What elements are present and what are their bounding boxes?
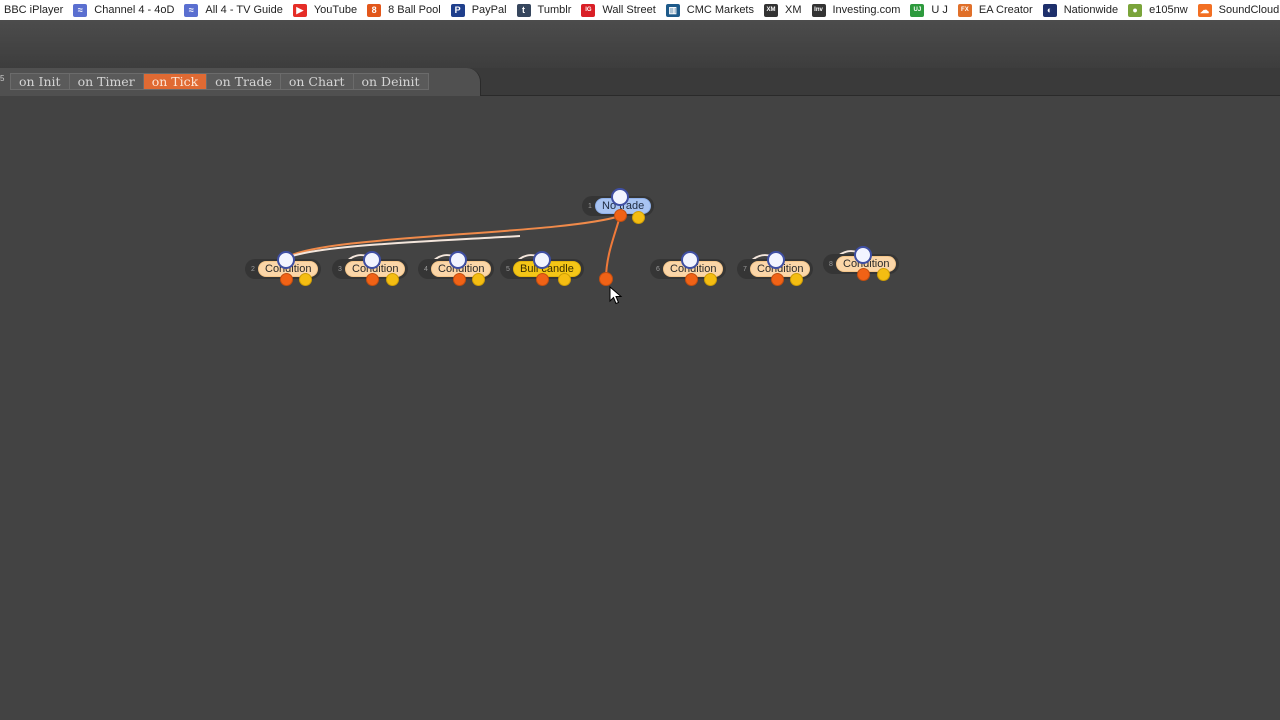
bookmark-xm[interactable]: XM XM [764, 0, 802, 20]
bookmark-youtube[interactable]: ▶ YouTube [292, 0, 358, 20]
output-port[interactable] [857, 268, 870, 281]
node-number: 4 [424, 265, 428, 273]
bookmark-label: CMC Markets [686, 4, 754, 16]
mouse-cursor-icon [609, 286, 623, 305]
output-port-secondary[interactable] [632, 211, 645, 224]
input-port[interactable] [449, 251, 467, 269]
input-port[interactable] [854, 246, 872, 264]
bookmark-paypal[interactable]: P PayPal [450, 0, 507, 20]
bookmark-e105[interactable]: ● e105nw [1128, 0, 1188, 20]
node-number: 5 [506, 265, 510, 273]
output-port-secondary[interactable] [877, 268, 890, 281]
bookmark-uj[interactable]: UJ U J [910, 0, 948, 20]
bookmark-label: PayPal [471, 4, 507, 16]
output-port-secondary[interactable] [386, 273, 399, 286]
tab-on-trade[interactable]: on Trade [206, 73, 280, 90]
bookmark-soundcloud[interactable]: ☁ SoundCloud [1197, 0, 1280, 20]
output-port[interactable] [771, 273, 784, 286]
soundcloud-icon: ☁ [1197, 3, 1212, 17]
e105-icon: ● [1128, 3, 1143, 17]
output-port-secondary[interactable] [299, 273, 312, 286]
input-port[interactable] [767, 251, 785, 269]
bookmark-label: BBC iPlayer [4, 4, 64, 16]
bookmark-bbc[interactable]: BBC iPlayer [4, 0, 63, 20]
event-tab-bar: 5 on Init on Timer on Tick on Trade on Chart… [0, 68, 1280, 96]
bookmark-label: EA Creator [978, 4, 1033, 16]
bookmark-label: Tumblr [537, 4, 572, 16]
ig-icon: IG [581, 3, 596, 17]
bookmark-fx[interactable]: FX EA Creator [957, 0, 1033, 20]
output-port-secondary[interactable] [704, 273, 717, 286]
tabs: on Init on Timer on Tick on Trade on Chart on… [10, 73, 429, 90]
input-port[interactable] [681, 251, 699, 269]
node-number: 8 [829, 260, 833, 268]
bookmark-label: Investing.com [832, 4, 901, 16]
output-port[interactable] [280, 273, 293, 286]
all4-icon: ≈ [184, 3, 199, 17]
tumblr-icon: t [516, 3, 531, 17]
toolbar-area [0, 20, 1280, 68]
bookmark-ig[interactable]: IG Wall Street [581, 0, 656, 20]
tab-on-init[interactable]: on Init [10, 73, 69, 90]
bookmark-label: Wall Street [602, 4, 656, 16]
node-number: 7 [743, 265, 747, 273]
bookmark-cmc[interactable]: ▥ CMC Markets [665, 0, 754, 20]
node-canvas[interactable] [0, 97, 1280, 720]
input-port[interactable] [363, 251, 381, 269]
input-port[interactable] [611, 188, 629, 206]
input-port[interactable] [277, 251, 295, 269]
fx-icon: FX [957, 3, 972, 17]
channel4-icon: ≈ [73, 3, 88, 17]
node-number: 6 [656, 265, 660, 273]
node-number: 3 [338, 265, 342, 273]
uj-icon: UJ [910, 3, 925, 17]
8ball-icon: 8 [367, 3, 382, 17]
bookmark-label: Nationwide [1063, 4, 1119, 16]
bookmark-channel4[interactable]: ≈ Channel 4 - 4oD [73, 0, 174, 20]
paypal-icon: P [450, 3, 465, 17]
investing-icon: Inv [811, 3, 826, 17]
output-port-secondary[interactable] [790, 273, 803, 286]
output-port-secondary[interactable] [558, 273, 571, 286]
bookmark-label: SoundCloud [1218, 4, 1280, 16]
bookmark-label: e105nw [1149, 4, 1188, 16]
bookmark-investing[interactable]: Inv Investing.com [811, 0, 901, 20]
xm-icon: XM [764, 3, 778, 17]
bookmark-all4[interactable]: ≈ All 4 - TV Guide [184, 0, 283, 20]
tab-on-deinit[interactable]: on Deinit [352, 73, 429, 90]
output-port[interactable] [536, 273, 549, 286]
bookmark-label: YouTube [313, 4, 358, 16]
tab-strip-number: 5 [0, 74, 5, 83]
input-port[interactable] [533, 251, 551, 269]
cmc-icon: ▥ [665, 3, 680, 17]
bookmark-label: Channel 4 - 4oD [94, 4, 175, 16]
bookmark-label: 8 Ball Pool [388, 4, 441, 16]
node-number: 2 [251, 265, 255, 273]
bookmark-label: U J [931, 4, 948, 16]
node-number: 1 [588, 202, 592, 210]
output-port[interactable] [614, 209, 627, 222]
bookmark-8ball[interactable]: 8 8 Ball Pool [367, 0, 441, 20]
tab-on-timer[interactable]: on Timer [68, 73, 143, 90]
output-port[interactable] [453, 273, 466, 286]
bookmark-tumblr[interactable]: t Tumblr [516, 0, 572, 20]
output-port[interactable] [685, 273, 698, 286]
bookmark-label: XM [785, 4, 802, 16]
tab-on-tick[interactable]: on Tick [142, 73, 207, 90]
output-port-secondary[interactable] [472, 273, 485, 286]
tab-on-chart[interactable]: on Chart [279, 73, 353, 90]
youtube-icon: ▶ [292, 3, 307, 17]
bookmark-label: All 4 - TV Guide [205, 4, 283, 16]
output-port[interactable] [366, 273, 379, 286]
bookmarks-bar: BBC iPlayer ≈ Channel 4 - 4oD ≈ All 4 - TV G… [0, 0, 1280, 20]
nationwide-icon: ◐ [1042, 3, 1057, 17]
drag-link-endpoint[interactable] [599, 272, 613, 286]
bookmark-nationwide[interactable]: ◐ Nationwide [1042, 0, 1119, 20]
